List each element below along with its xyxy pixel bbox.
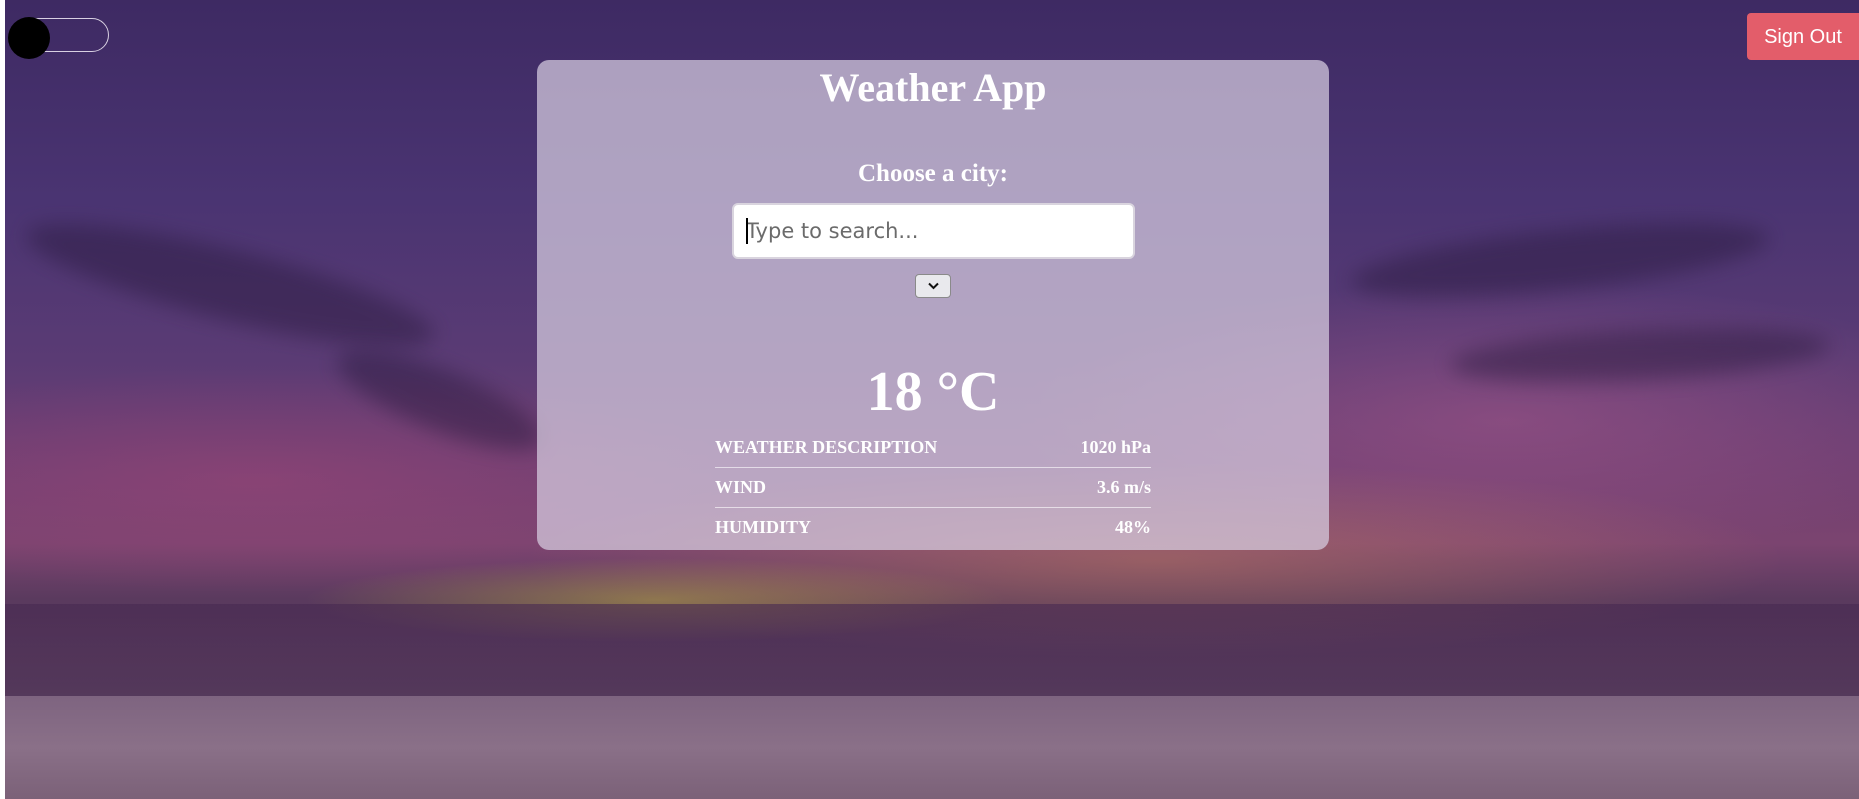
detail-value: 3.6 m/s <box>1097 477 1151 497</box>
city-search-input[interactable] <box>732 203 1135 259</box>
detail-label: HUMIDITY <box>715 517 812 537</box>
theme-toggle-knob[interactable] <box>8 17 50 59</box>
temperature-value: 18 °C <box>866 361 1000 423</box>
detail-value: 1020 hPa <box>1080 437 1151 457</box>
detail-row-weather-description: WEATHER DESCRIPTION 1020 hPa <box>715 428 1151 468</box>
city-label: Choose a city: <box>858 160 1008 187</box>
text-cursor <box>746 218 748 244</box>
page-footer-area <box>5 696 1859 799</box>
sea-horizon <box>5 604 1859 696</box>
detail-label: WEATHER DESCRIPTION <box>715 437 938 457</box>
detail-value: 48% <box>1115 517 1151 537</box>
weather-details: WEATHER DESCRIPTION 1020 hPa WIND 3.6 m/… <box>715 428 1151 547</box>
sign-out-button[interactable]: Sign Out <box>1747 13 1859 60</box>
weather-card: Weather App Choose a city: 18 °C WEATHER… <box>537 60 1329 550</box>
detail-label: WIND <box>715 477 767 497</box>
city-dropdown-button[interactable] <box>915 274 951 298</box>
detail-row-wind: WIND 3.6 m/s <box>715 468 1151 508</box>
chevron-down-icon <box>928 282 939 290</box>
detail-row-humidity: HUMIDITY 48% <box>715 508 1151 547</box>
page-title: Weather App <box>819 65 1047 110</box>
